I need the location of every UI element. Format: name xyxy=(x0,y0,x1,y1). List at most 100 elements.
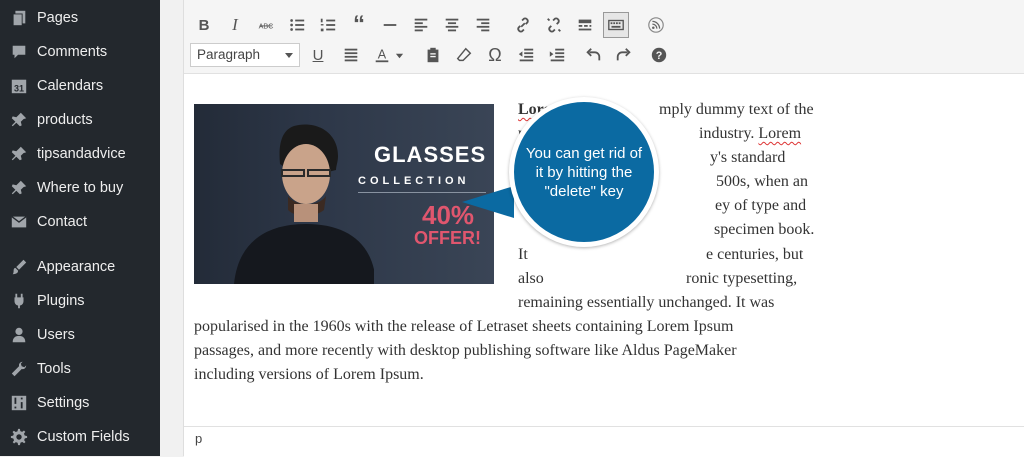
sidebar-item-custom-fields[interactable]: Custom Fields xyxy=(0,422,160,452)
sidebar-item-label: Tools xyxy=(37,361,71,377)
sidebar-item-label: tipsandadvice xyxy=(37,146,126,162)
sidebar-item-label: Where to buy xyxy=(37,180,124,196)
quote-icon: “ xyxy=(353,11,365,38)
plug-icon xyxy=(9,291,29,311)
user-icon xyxy=(9,325,29,345)
sidebar-item-label: Calendars xyxy=(37,78,104,94)
sidebar-item-contact[interactable]: Contact xyxy=(0,207,160,237)
text-line: y's standard xyxy=(710,149,786,166)
sidebar-item-where-to-buy[interactable]: Where to buy xyxy=(0,173,160,203)
text-line: including versions of Lorem Ipsum. xyxy=(194,366,424,383)
redo-button[interactable] xyxy=(611,42,637,68)
brush-icon xyxy=(9,257,29,277)
callout-arrow xyxy=(462,186,514,218)
read-more-icon xyxy=(578,19,592,31)
numbered-list-button[interactable] xyxy=(315,12,341,38)
bold-icon: B xyxy=(198,16,210,34)
text-color-dropdown[interactable] xyxy=(392,42,406,68)
text-line: ronic typesetting, xyxy=(686,270,798,287)
glasses-ad-image[interactable]: GLASSES COLLECTION 40% OFFER! xyxy=(194,104,494,284)
underline-icon: U xyxy=(312,46,324,64)
rss-icon xyxy=(648,17,664,33)
keyboard-icon xyxy=(608,19,624,31)
sidebar-item-tipsandadvice[interactable]: tipsandadvice xyxy=(0,139,160,169)
blockquote-button[interactable]: “ xyxy=(346,11,372,38)
settings-icon xyxy=(9,393,29,413)
italic-icon: I xyxy=(232,15,238,34)
indent-button[interactable] xyxy=(544,42,570,68)
special-character-button[interactable]: Ω xyxy=(482,42,508,68)
text-line: ey of type and xyxy=(715,197,807,214)
clear-formatting-button[interactable] xyxy=(451,42,477,68)
caret-down-icon xyxy=(395,53,403,58)
justify-icon xyxy=(344,48,358,62)
chevron-down-icon xyxy=(285,53,293,58)
paste-as-text-button[interactable] xyxy=(420,42,446,68)
toolbar-toggle-button[interactable] xyxy=(603,12,629,38)
comments-icon xyxy=(9,42,29,62)
bullet-list-icon xyxy=(290,19,305,31)
align-left-icon xyxy=(414,18,428,32)
text-line: remaining essentially unchanged. It was xyxy=(518,294,775,311)
text-line: industry. Lorem xyxy=(699,125,802,142)
sidebar-item-users[interactable]: Users xyxy=(0,320,160,350)
sidebar-item-tools[interactable]: Tools xyxy=(0,354,160,384)
read-more-button[interactable] xyxy=(572,12,598,38)
sidebar-item-products[interactable]: products xyxy=(0,105,160,135)
element-path[interactable]: p xyxy=(195,431,202,446)
sidebar-item-label: Plugins xyxy=(37,293,85,309)
sidebar-item-label: Comments xyxy=(37,44,108,60)
text-line: mply dummy text of the xyxy=(659,101,814,118)
clipboard-icon xyxy=(427,47,439,63)
strikethrough-icon: ABC xyxy=(259,22,274,31)
link-icon xyxy=(517,17,529,33)
insert-link-button[interactable] xyxy=(510,12,536,38)
align-left-button[interactable] xyxy=(408,12,434,38)
ad-title: GLASSES xyxy=(374,142,487,167)
sidebar-item-comments[interactable]: Comments xyxy=(0,37,160,67)
align-right-icon xyxy=(476,18,490,32)
bold-button[interactable]: B xyxy=(191,12,217,38)
gear-icon xyxy=(9,427,29,447)
horizontal-line-button[interactable] xyxy=(377,12,403,38)
sidebar-item-label: Appearance xyxy=(37,259,116,275)
strikethrough-button[interactable]: ABC xyxy=(253,12,279,38)
pin-icon xyxy=(9,178,29,198)
sidebar-item-pages[interactable]: Pages xyxy=(0,3,160,33)
pin-icon xyxy=(9,110,29,130)
format-select[interactable]: Paragraph xyxy=(190,43,300,67)
editor-toolbar: B I ABC “ Paragraph U A Ω ? xyxy=(184,0,1024,74)
text-line: It xyxy=(518,246,528,263)
align-center-icon xyxy=(445,18,459,32)
help-icon: ? xyxy=(651,47,667,63)
indent-icon xyxy=(549,48,565,62)
justify-button[interactable] xyxy=(338,42,364,68)
align-right-button[interactable] xyxy=(470,12,496,38)
sidebar-item-plugins[interactable]: Plugins xyxy=(0,286,160,316)
redo-icon xyxy=(616,48,631,61)
callout-text: You can get rid of it by hitting the "de… xyxy=(525,144,643,200)
sidebar-item-calendars[interactable]: 31 Calendars xyxy=(0,71,160,101)
outdent-button[interactable] xyxy=(513,42,539,68)
text-line: popularised in the 1960s with the releas… xyxy=(194,318,734,335)
text-line: 500s, when an xyxy=(716,173,808,190)
sidebar-item-appearance[interactable]: Appearance xyxy=(0,252,160,282)
svg-text:31: 31 xyxy=(14,83,24,93)
numbered-list-icon xyxy=(320,18,336,32)
omega-icon: Ω xyxy=(488,44,502,65)
rss-button[interactable] xyxy=(643,12,669,38)
sidebar-item-settings[interactable]: Settings xyxy=(0,388,160,418)
text-line: specimen book. xyxy=(714,221,815,238)
undo-button[interactable] xyxy=(580,42,606,68)
sidebar-item-label: products xyxy=(37,112,93,128)
sidebar-item-label: Users xyxy=(37,327,75,343)
align-center-button[interactable] xyxy=(439,12,465,38)
bullet-list-button[interactable] xyxy=(284,12,310,38)
italic-button[interactable]: I xyxy=(222,12,248,38)
text-line: also xyxy=(518,270,544,287)
help-button[interactable]: ? xyxy=(646,42,672,68)
pin-icon xyxy=(9,144,29,164)
eraser-icon xyxy=(456,47,472,62)
remove-link-button[interactable] xyxy=(541,12,567,38)
underline-button[interactable]: U xyxy=(305,42,331,68)
